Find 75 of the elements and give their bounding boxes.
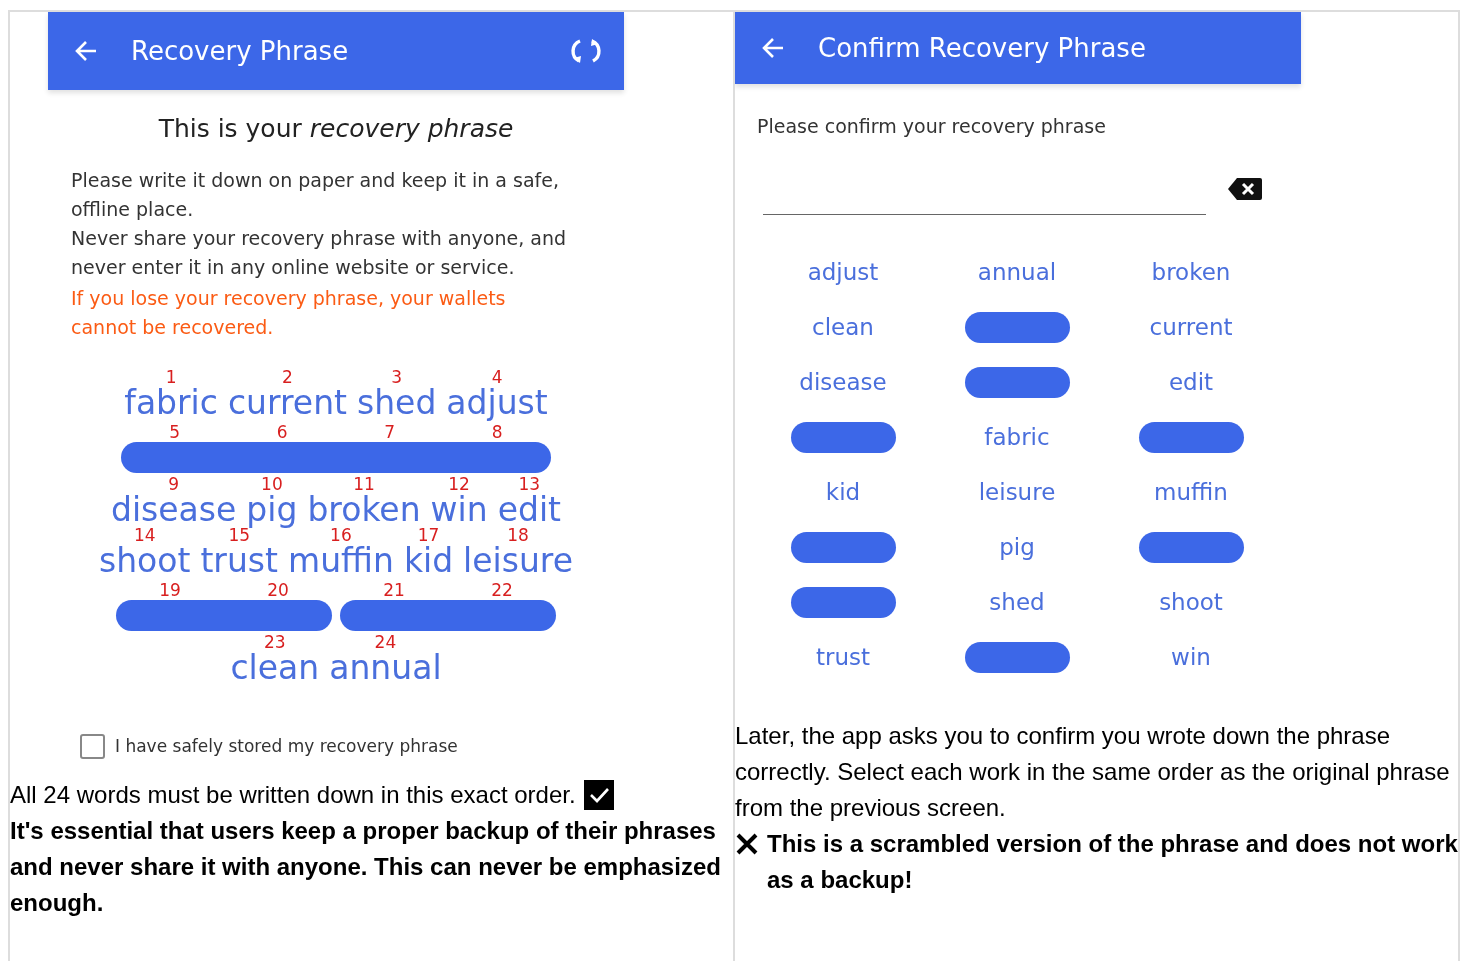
- backspace-icon[interactable]: [1228, 176, 1262, 201]
- word-chip[interactable]: shoot: [1159, 585, 1223, 620]
- word-number: 4: [491, 369, 503, 385]
- word-chip[interactable]: annual: [977, 255, 1057, 290]
- phrase-word: trust: [200, 542, 278, 579]
- word-number: 21: [383, 582, 405, 598]
- word-chip[interactable]: disease: [799, 365, 887, 400]
- word-chip[interactable]: clean: [812, 310, 874, 345]
- back-arrow-icon[interactable]: [74, 39, 99, 63]
- caption-note: It's essential that users keep a proper backup of their phrases and never share it with anyone. This can never be emphasized enough.: [10, 816, 722, 918]
- word-number: 8: [491, 424, 503, 440]
- phrase-word: fabric: [124, 384, 218, 421]
- word-number: 11: [353, 476, 375, 492]
- word-number: 5: [169, 424, 181, 440]
- phrase-word: edit: [497, 491, 561, 528]
- instruction-text: Never share your recovery phrase with anyone, and never enter it in any online website or service.: [71, 225, 567, 280]
- phrase-word: win: [430, 491, 488, 528]
- word-number: 17: [417, 527, 440, 543]
- instruction-text: Please write it down on paper and keep it in a safe, offline place.: [71, 167, 560, 222]
- word-number: 1: [165, 369, 177, 385]
- caption-note: This is a scrambled version of the phrase and does not work as a backup!: [767, 828, 1458, 895]
- word-number: 14: [133, 527, 156, 543]
- refresh-icon[interactable]: [570, 36, 602, 66]
- close-icon: [735, 831, 759, 856]
- phrase-word: muffin: [288, 542, 394, 579]
- word-number: 3: [391, 369, 403, 385]
- word-number: 19: [159, 582, 181, 598]
- word-chip[interactable]: adjust: [807, 255, 879, 290]
- word-number: 24: [374, 634, 397, 650]
- heading-text: This is your recovery phrase: [157, 113, 515, 145]
- word-chip[interactable]: current: [1149, 310, 1233, 345]
- word-chip[interactable]: leisure: [978, 475, 1056, 510]
- word-number: 6: [276, 424, 288, 440]
- word-number: 16: [330, 527, 352, 543]
- checkbox-label: I have safely stored my recovery phrase: [115, 734, 458, 758]
- word-number: 9: [168, 476, 180, 492]
- word-number: 7: [384, 424, 396, 440]
- phrase-word: clean: [230, 649, 320, 686]
- warning-text: If you lose your recovery phrase, your wallets cannot be recovered.: [71, 285, 507, 340]
- word-number: 10: [261, 476, 283, 492]
- back-arrow-icon[interactable]: [761, 36, 786, 60]
- word-chip[interactable]: trust: [815, 640, 871, 675]
- phrase-word: current: [227, 384, 347, 421]
- phrase-word: pig: [246, 491, 298, 528]
- prompt-text: Please confirm your recovery phrase: [757, 114, 1107, 139]
- word-chip[interactable]: edit: [1168, 365, 1214, 400]
- phrase-word: adjust: [446, 384, 548, 421]
- phrase-word: broken: [307, 491, 421, 528]
- phrase-word: shed: [357, 384, 437, 421]
- phrase-word: kid: [403, 542, 454, 579]
- word-number: 18: [507, 527, 529, 543]
- phrase-word: annual: [329, 649, 442, 686]
- caption-text: Later, the app asks you to confirm you wrote down the phrase correctly. Select each work in the same order as the original phrase from the previous screen.: [735, 720, 1451, 823]
- word-number: 23: [264, 634, 286, 650]
- word-chip[interactable]: muffin: [1154, 475, 1228, 510]
- word-chip[interactable]: shed: [989, 585, 1045, 620]
- checkbox[interactable]: [80, 733, 105, 759]
- word-chip[interactable]: pig: [999, 530, 1035, 565]
- word-number: 2: [282, 369, 293, 385]
- word-number: 22: [491, 582, 513, 598]
- word-number: 20: [267, 582, 289, 598]
- phrase-word: disease: [111, 491, 237, 528]
- check-icon: [583, 780, 614, 810]
- screen-title: Confirm Recovery Phrase: [818, 31, 1147, 65]
- word-chip[interactable]: broken: [1151, 255, 1231, 290]
- screen-title: Recovery Phrase: [131, 34, 350, 68]
- phrase-word: shoot: [99, 542, 191, 579]
- word-chip[interactable]: fabric: [984, 420, 1050, 455]
- word-number: 15: [228, 527, 250, 543]
- caption-text: All 24 words must be written down in this exact order.: [10, 780, 576, 810]
- word-chip[interactable]: win: [1171, 640, 1211, 675]
- phrase-word: leisure: [463, 542, 573, 579]
- word-chip[interactable]: kid: [825, 475, 861, 510]
- word-number: 12: [448, 476, 470, 492]
- word-number: 13: [518, 476, 541, 492]
